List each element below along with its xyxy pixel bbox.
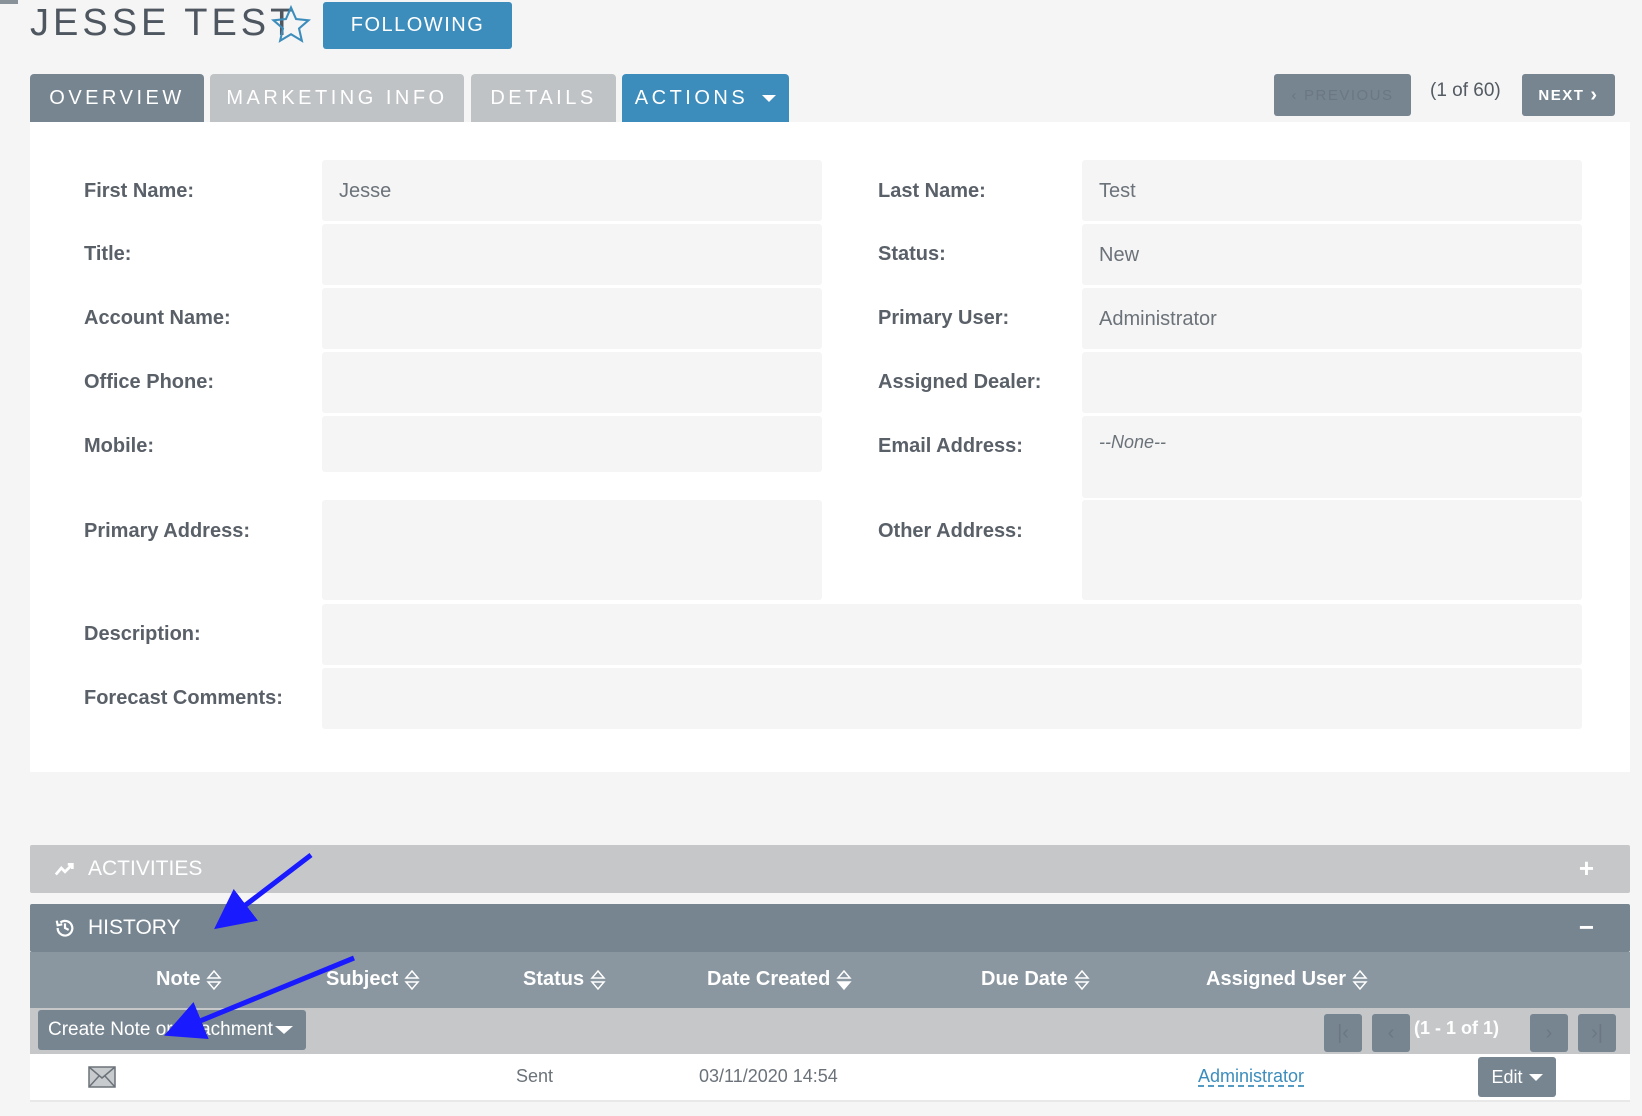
create-note-button[interactable]: Create Note or Attachment [38, 1010, 306, 1050]
email-address-label: Email Address: [878, 435, 1023, 457]
history-subpanel-header[interactable]: HISTORY − [30, 904, 1630, 952]
history-icon [55, 919, 74, 937]
chevron-down-icon [274, 1026, 293, 1034]
tab-label: ACTIONS [634, 86, 749, 109]
activities-subpanel-header[interactable]: ACTIVITIES + [30, 845, 1630, 893]
sort-icon [590, 969, 606, 990]
description-field[interactable] [322, 604, 1582, 665]
column-label: Date Created [707, 968, 831, 990]
sort-icon [404, 969, 420, 990]
chevron-down-icon [762, 94, 777, 102]
column-status[interactable]: Status [523, 968, 606, 991]
status-label: Status: [878, 243, 946, 265]
detail-panel: First Name: Jesse Last Name: Test Title:… [30, 122, 1630, 772]
edit-label: Edit [1491, 1066, 1523, 1087]
office-phone-label: Office Phone: [84, 371, 215, 393]
collapse-minus-icon[interactable]: − [1579, 912, 1594, 943]
history-title: HISTORY [88, 916, 181, 939]
record-counter: (1 of 60) [1430, 80, 1501, 101]
account-name-label: Account Name: [84, 307, 231, 329]
pagination-count: (1 - 1 of 1) [1414, 1018, 1500, 1038]
row-assigned-user-link[interactable]: Administrator [1198, 1066, 1304, 1087]
column-date-created[interactable]: Date Created [707, 968, 853, 991]
last-name-label: Last Name: [878, 180, 986, 202]
sort-icon [1074, 969, 1090, 990]
tab-overview[interactable]: OVERVIEW [30, 74, 204, 122]
row-date-created: 03/11/2020 14:54 [699, 1066, 838, 1086]
chevron-left-icon: ‹ [1291, 86, 1298, 104]
tab-marketing-info[interactable]: MARKETING INFO [210, 74, 464, 122]
office-phone-field[interactable] [322, 352, 822, 413]
other-address-field[interactable] [1082, 500, 1582, 600]
column-note[interactable]: Note [156, 968, 223, 991]
last-page-button[interactable]: ›| [1578, 1014, 1616, 1052]
table-row: Sent 03/11/2020 14:54 Administrator Edit [30, 1054, 1630, 1102]
account-name-field[interactable] [322, 288, 822, 349]
primary-address-field[interactable] [322, 500, 822, 600]
column-label: Note [156, 968, 201, 990]
following-button[interactable]: FOLLOWING [323, 2, 512, 49]
column-label: Due Date [981, 968, 1068, 990]
column-subject[interactable]: Subject [326, 968, 420, 991]
email-envelope-icon [88, 1066, 116, 1088]
column-label: Status [523, 968, 585, 990]
create-note-label: Create Note or Attachment [48, 1019, 273, 1040]
email-address-field[interactable]: --None-- [1082, 416, 1582, 498]
sort-icon [1352, 969, 1368, 990]
column-label: Subject [326, 968, 399, 990]
column-assigned-user[interactable]: Assigned User [1206, 968, 1368, 991]
previous-label: PREVIOUS [1303, 86, 1394, 104]
assigned-dealer-field[interactable] [1082, 352, 1582, 413]
history-column-headers: Note Subject Status Date Created Due Dat… [30, 952, 1630, 1008]
sort-descending-icon [836, 969, 853, 990]
status-field[interactable]: New [1082, 224, 1582, 285]
tab-label: MARKETING INFO [226, 86, 448, 109]
primary-address-label: Primary Address: [84, 520, 250, 542]
next-page-button[interactable]: › [1530, 1014, 1568, 1052]
column-due-date[interactable]: Due Date [981, 968, 1090, 991]
assigned-dealer-label: Assigned Dealer: [878, 371, 1042, 393]
description-label: Description: [84, 623, 201, 645]
chevron-right-icon: › [1590, 83, 1599, 106]
expand-plus-icon[interactable]: + [1579, 853, 1594, 884]
last-name-field[interactable]: Test [1082, 160, 1582, 221]
column-label: Assigned User [1206, 968, 1347, 990]
chevron-down-icon [1528, 1073, 1543, 1081]
next-button[interactable]: NEXT › [1522, 74, 1615, 116]
title-label: Title: [84, 243, 132, 265]
activity-icon [54, 863, 74, 876]
history-action-bar: Create Note or Attachment |‹ ‹ (1 - 1 of… [30, 1008, 1630, 1054]
primary-user-label: Primary User: [878, 307, 1010, 329]
tab-actions[interactable]: ACTIONS [622, 74, 789, 122]
tab-label: DETAILS [490, 86, 597, 109]
mobile-label: Mobile: [84, 435, 154, 457]
sort-icon [206, 969, 223, 990]
row-edit-button[interactable]: Edit [1478, 1057, 1556, 1097]
title-field[interactable] [322, 224, 822, 285]
tab-label: OVERVIEW [49, 86, 185, 109]
primary-user-field[interactable]: Administrator [1082, 288, 1582, 349]
favorite-star-icon[interactable] [270, 4, 312, 46]
prev-page-button[interactable]: ‹ [1372, 1014, 1410, 1052]
activities-title: ACTIVITIES [88, 857, 203, 880]
page-title: JESSE TEST [30, 2, 298, 44]
first-name-label: First Name: [84, 180, 195, 202]
first-name-field[interactable]: Jesse [322, 160, 822, 221]
mobile-field[interactable] [322, 416, 822, 472]
tab-details[interactable]: DETAILS [471, 74, 616, 122]
forecast-comments-field[interactable] [322, 668, 1582, 729]
next-label: NEXT [1538, 86, 1585, 104]
corner-mark [0, 0, 18, 4]
first-page-button[interactable]: |‹ [1324, 1014, 1362, 1052]
previous-button[interactable]: ‹ PREVIOUS [1274, 74, 1411, 116]
row-status: Sent [516, 1066, 554, 1086]
forecast-comments-label: Forecast Comments: [84, 687, 283, 709]
other-address-label: Other Address: [878, 520, 1023, 542]
